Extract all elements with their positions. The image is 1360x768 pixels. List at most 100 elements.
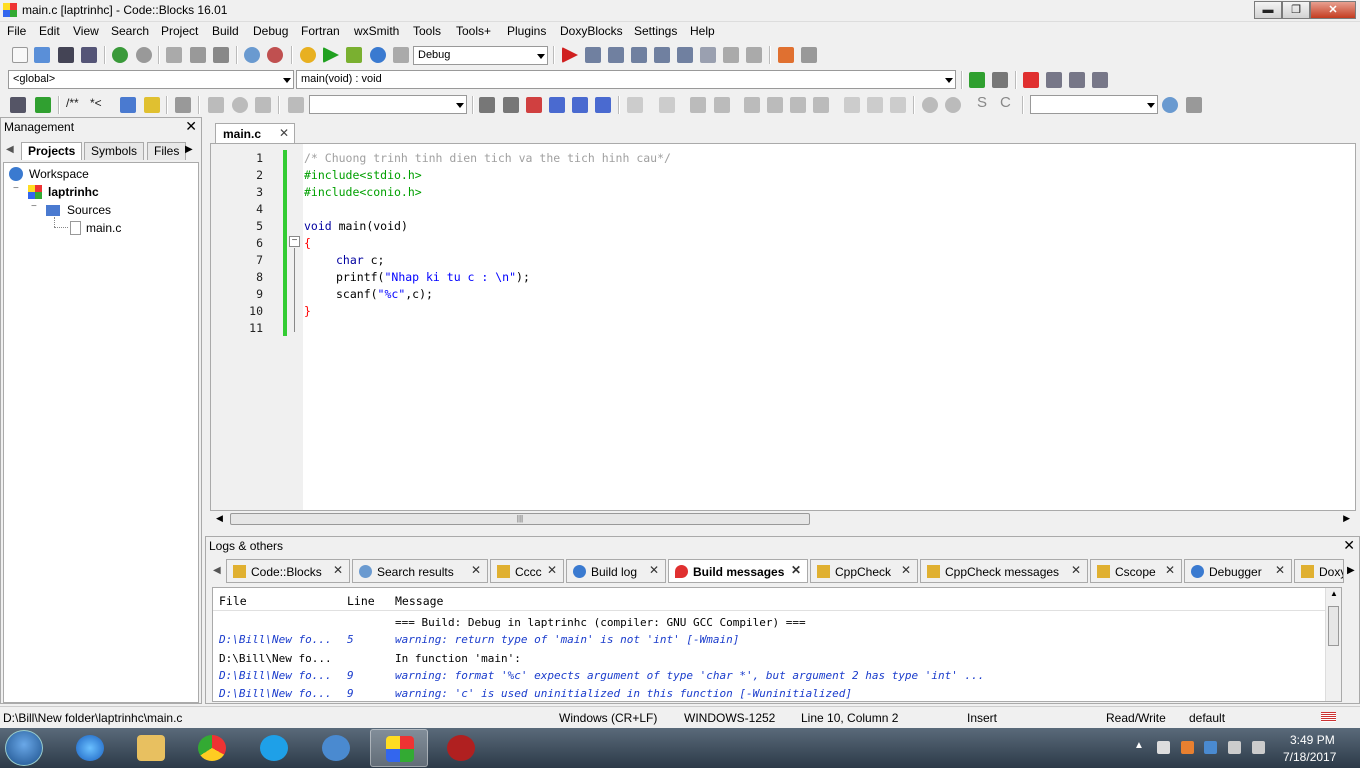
help-icon[interactable] [144,97,160,113]
menu-debug[interactable]: Debug [253,24,288,38]
taskbar-explorer[interactable] [122,729,180,767]
panel-icon[interactable] [690,97,706,113]
doxywizard-icon[interactable] [10,97,26,113]
tray-expand-icon[interactable]: ▲ [1134,740,1144,751]
network-error-icon[interactable] [1157,741,1170,754]
close-button[interactable]: ✕ [1310,1,1356,19]
highlight-icon[interactable] [526,97,542,113]
management-close-icon[interactable]: ✕ [185,118,197,135]
close-tab-icon[interactable]: ✕ [1165,563,1175,577]
widget-icon[interactable] [844,97,860,113]
frame-icon[interactable] [659,97,675,113]
close-tab-icon[interactable]: ✕ [1071,563,1081,577]
taskbar-skype[interactable] [245,729,303,767]
close-tab-icon[interactable]: ✕ [901,563,911,577]
start-button[interactable] [5,730,43,766]
tab-files[interactable]: Files [147,142,187,160]
clock-date[interactable]: 7/18/2017 [1283,750,1336,764]
zoom-out-icon[interactable] [945,97,961,113]
toggle-bookmark-icon[interactable] [1023,72,1039,88]
widget-icon[interactable] [790,97,806,113]
tab-scroll-right-icon[interactable]: ▶ [185,144,193,155]
menu-build[interactable]: Build [212,24,239,38]
menu-help[interactable]: Help [690,24,715,38]
tab-scroll-left-icon[interactable]: ◀ [213,565,221,576]
find-icon[interactable] [244,47,260,63]
debug-info-icon[interactable] [801,47,817,63]
match-case-icon[interactable] [572,97,588,113]
debug-windows-icon[interactable] [778,47,794,63]
selection-only-icon[interactable] [549,97,565,113]
cscope-c-button[interactable]: C [1000,94,1011,111]
pointer-icon[interactable] [627,97,643,113]
tab-cppcheck-messages[interactable]: CppCheck messages ✕ [920,559,1088,583]
tab-scroll-right-icon[interactable]: ▶ [1347,565,1355,576]
next-line-icon[interactable] [608,47,624,63]
widget-icon[interactable] [744,97,760,113]
comment-line-button[interactable]: *< [90,96,102,110]
pause-icon[interactable] [723,47,739,63]
taskbar-app[interactable] [432,729,490,767]
redo-icon[interactable] [136,47,152,63]
close-tab-icon[interactable]: ✕ [1275,563,1285,577]
replace-icon[interactable] [267,47,283,63]
code-search-input[interactable] [1030,95,1158,114]
volume-icon[interactable] [1252,741,1265,754]
menu-wxsmith[interactable]: wxSmith [354,24,399,38]
cscope-s-button[interactable]: S [977,94,987,111]
menu-edit[interactable]: Edit [39,24,60,38]
search-previous-icon[interactable] [479,97,495,113]
taskbar-ie[interactable] [61,729,119,767]
prev-bookmark-icon[interactable] [1046,72,1062,88]
first-icon[interactable] [208,97,224,113]
menu-fortran[interactable]: Fortran [301,24,340,38]
search-next-icon[interactable] [503,97,519,113]
search-icon[interactable] [1162,97,1178,113]
last-icon[interactable] [255,97,271,113]
tab-projects[interactable]: Projects [21,142,83,160]
build-and-run-icon[interactable] [346,47,362,63]
vertical-scrollbar[interactable]: ▲ [1325,588,1341,701]
scope-select[interactable]: <global> [8,70,294,89]
debug-continue-icon[interactable] [562,47,578,63]
step-instruction-icon[interactable] [700,47,716,63]
menu-file[interactable]: File [7,24,26,38]
signal-icon[interactable] [1228,741,1241,754]
menu-tools[interactable]: Tools [413,24,441,38]
step-into-icon[interactable] [631,47,647,63]
run-to-cursor-icon[interactable] [585,47,601,63]
tab-cccc[interactable]: Cccc ✕ [490,559,564,583]
stop-debug-icon[interactable] [746,47,762,63]
save-all-icon[interactable] [81,47,97,63]
close-tab-icon[interactable]: ✕ [333,563,343,577]
maximize-button[interactable]: ❐ [1282,1,1310,19]
scrollbar-thumb[interactable] [1328,606,1339,646]
regex-icon[interactable] [595,97,611,113]
abort-icon[interactable] [393,47,409,63]
tab-symbols[interactable]: Symbols [84,142,145,160]
run-icon[interactable] [323,47,339,63]
menu-plugins[interactable]: Plugins [507,24,546,38]
next-bookmark-icon[interactable] [1069,72,1085,88]
menu-search[interactable]: Search [111,24,149,38]
record-icon[interactable] [232,97,248,113]
tab-debugger[interactable]: Debugger ✕ [1184,559,1292,583]
html-docs-icon[interactable] [120,97,136,113]
tree-item-sources[interactable]: Sources [67,203,111,217]
zoom-in-icon[interactable] [922,97,938,113]
comment-block-button[interactable]: /** [66,96,79,110]
next-instruction-icon[interactable] [677,47,693,63]
tree-item-workspace[interactable]: Workspace [29,167,89,181]
step-out-icon[interactable] [654,47,670,63]
menu-settings[interactable]: Settings [634,24,677,38]
tab-main-c[interactable]: main.c ✕ [215,123,295,143]
extract-docs-icon[interactable] [35,97,51,113]
close-tab-icon[interactable]: ✕ [471,563,481,577]
tab-cscope[interactable]: Cscope ✕ [1090,559,1182,583]
wrench-icon[interactable] [175,97,191,113]
minimize-button[interactable]: ▬ [1254,1,1282,19]
widget-icon[interactable] [867,97,883,113]
column-header-file[interactable]: File [219,594,247,608]
cut-icon[interactable] [166,47,182,63]
taskbar-codeblocks[interactable] [370,729,428,767]
